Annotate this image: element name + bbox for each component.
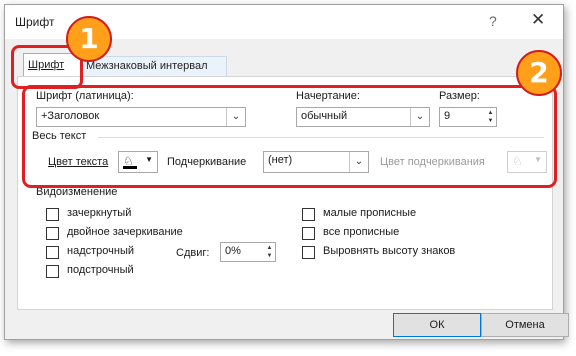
strikethrough-label: зачеркнутый: [67, 207, 132, 219]
dialog-title: Шрифт: [15, 15, 55, 29]
offset-label: Сдвиг:: [176, 247, 210, 259]
subscript-checkbox[interactable]: [46, 265, 59, 278]
annotation-badge-1: 1: [66, 16, 112, 62]
small-caps-label: малые прописные: [323, 207, 417, 219]
strikethrough-checkbox[interactable]: [46, 208, 59, 221]
annotation-frame-settings: [22, 85, 557, 188]
subscript-label: подстрочный: [67, 264, 134, 276]
tab-character-spacing[interactable]: Межзнаковый интервал: [81, 56, 227, 76]
offset-value: 0%: [225, 245, 241, 257]
all-caps-checkbox[interactable]: [302, 227, 315, 240]
ok-button[interactable]: ОК: [393, 313, 481, 337]
annotation-badge-2: 2: [516, 50, 562, 96]
close-icon[interactable]: ✕: [531, 10, 545, 30]
equalize-height-label: Выровнять высоту знаков: [323, 245, 456, 257]
offset-spinner[interactable]: 0% ▲ ▼: [220, 242, 276, 262]
double-strikethrough-checkbox[interactable]: [46, 227, 59, 240]
spin-arrows-icon[interactable]: ▲ ▼: [265, 244, 274, 260]
superscript-label: надстрочный: [67, 245, 134, 257]
small-caps-checkbox[interactable]: [302, 208, 315, 221]
equalize-height-checkbox[interactable]: [302, 246, 315, 259]
help-icon[interactable]: ?: [489, 13, 497, 29]
superscript-checkbox[interactable]: [46, 246, 59, 259]
double-strikethrough-label: двойное зачеркивание: [67, 226, 183, 238]
cancel-button[interactable]: Отмена: [481, 313, 569, 337]
all-caps-label: все прописные: [323, 226, 400, 238]
